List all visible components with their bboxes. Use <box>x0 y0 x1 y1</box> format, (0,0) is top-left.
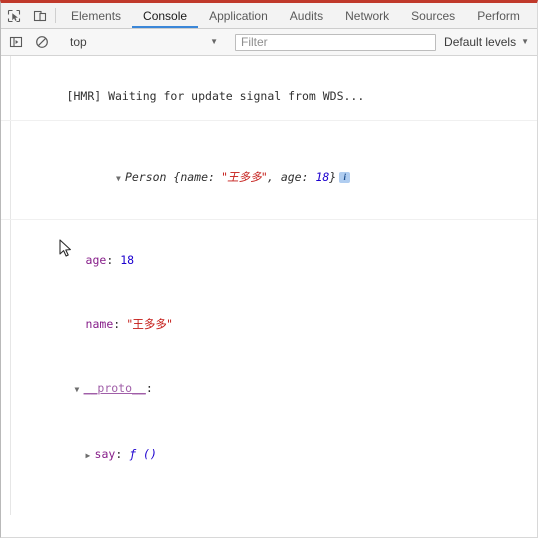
tab-list: Elements Console Application Audits Netw… <box>60 3 531 28</box>
property-key: __proto__ <box>83 381 146 395</box>
execution-context-selector[interactable]: top ▼ <box>62 33 222 52</box>
property-key: say <box>94 447 116 461</box>
colon: : <box>115 447 130 461</box>
message-gutter <box>1 414 11 480</box>
colon: : <box>145 381 160 395</box>
message-gutter <box>1 121 11 219</box>
tab-audits[interactable]: Audits <box>279 3 334 28</box>
property-row-constructor[interactable]: constructor: ƒ Person(name, age) <box>1 480 537 515</box>
property-value: "王多多" <box>127 317 173 331</box>
person-name-value: "王多多" <box>221 170 267 184</box>
property-row-age[interactable]: age: 18 <box>1 220 537 284</box>
execution-context-value: top <box>70 35 87 49</box>
info-badge-icon[interactable]: i <box>339 172 351 183</box>
disclosure-triangle-open-icon[interactable] <box>75 382 84 398</box>
property-key: constructor <box>95 513 171 515</box>
message-gutter <box>1 480 11 515</box>
property-value: 18 <box>120 253 135 267</box>
log-levels-selector[interactable]: Default levels ▼ <box>442 35 535 49</box>
inspect-cursor-icon[interactable] <box>1 3 27 28</box>
property-content: age: 18 <box>53 252 135 268</box>
chevron-down-icon: ▼ <box>521 37 529 46</box>
device-toolbar-icon[interactable] <box>27 3 53 28</box>
devtools-window: Elements Console Application Audits Netw… <box>0 0 538 538</box>
tab-console[interactable]: Console <box>132 3 198 28</box>
message-gutter <box>1 284 11 348</box>
console-message-hmr[interactable]: [HMR] Waiting for update signal from WDS… <box>1 56 537 121</box>
obj-age-label: , age: <box>266 170 316 184</box>
disclosure-triangle-open-icon[interactable] <box>86 514 95 515</box>
obj-brace-open: {name: <box>166 170 222 184</box>
property-value: ƒ () <box>129 447 157 461</box>
disclosure-triangle-open-icon[interactable] <box>116 171 125 187</box>
message-gutter <box>1 56 11 120</box>
console-message-person-object[interactable]: Person {name: "王多多", age: 18}i <box>1 121 537 220</box>
disclosure-triangle-closed-icon[interactable] <box>86 448 95 464</box>
property-content: say: ƒ () <box>53 446 157 464</box>
console-message-list[interactable]: [HMR] Waiting for update signal from WDS… <box>1 56 537 515</box>
message-gutter <box>1 348 11 414</box>
obj-brace-close: } <box>329 170 337 184</box>
property-key: age <box>85 253 107 267</box>
tab-elements[interactable]: Elements <box>60 3 132 28</box>
person-age-value: 18 <box>315 170 330 184</box>
object-class-name: Person <box>124 170 167 184</box>
message-text: [HMR] Waiting for update signal from WDS… <box>66 89 365 103</box>
object-preview: Person {name: "王多多", age: 18}i <box>53 153 351 203</box>
tab-performance[interactable]: Perform <box>466 3 531 28</box>
message-gutter <box>1 220 11 284</box>
property-row-proto[interactable]: __proto__: <box>1 348 537 414</box>
tab-network[interactable]: Network <box>334 3 400 28</box>
tab-sources[interactable]: Sources <box>400 3 466 28</box>
property-content: __proto__: <box>53 380 160 398</box>
property-key: name <box>85 317 114 331</box>
chevron-down-icon: ▼ <box>210 37 218 46</box>
log-levels-label: Default levels <box>444 35 517 49</box>
tab-application[interactable]: Application <box>198 3 279 28</box>
property-value: ƒ Person(name, age) <box>185 513 317 515</box>
filter-input[interactable] <box>235 33 437 51</box>
property-content: constructor: ƒ Person(name, age) <box>53 512 317 515</box>
property-content: name: "王多多" <box>53 316 173 332</box>
colon: : <box>106 253 121 267</box>
console-filter-bar: top ▼ Default levels ▼ <box>1 29 537 56</box>
clear-console-icon[interactable] <box>29 35 55 49</box>
property-row-name[interactable]: name: "王多多" <box>1 284 537 348</box>
colon: : <box>113 317 128 331</box>
colon: : <box>171 513 185 515</box>
property-row-say[interactable]: say: ƒ () <box>1 414 537 480</box>
console-sidebar-icon[interactable] <box>3 35 29 49</box>
devtools-tabbar: Elements Console Application Audits Netw… <box>1 3 537 29</box>
toolbar-separator <box>55 8 56 23</box>
